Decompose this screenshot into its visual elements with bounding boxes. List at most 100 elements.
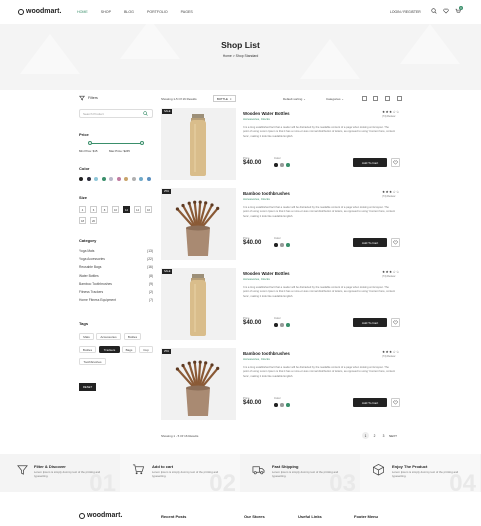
nav-item-portfolio[interactable]: PORTFOLIO bbox=[147, 10, 168, 14]
pagination-page[interactable]: 2 bbox=[371, 432, 378, 439]
pagination-page[interactable]: 3 bbox=[380, 432, 387, 439]
product-image[interactable] bbox=[161, 348, 236, 420]
product-category[interactable]: Accessories, Clocks bbox=[243, 277, 270, 281]
product-color-option[interactable] bbox=[280, 323, 284, 327]
add-to-cart-button[interactable]: Add To Cart bbox=[353, 318, 387, 327]
product-card: 25% Bamboo toothbrushes Accessories, Clock… bbox=[161, 188, 404, 260]
breadcrumb-separator: > bbox=[232, 54, 235, 58]
category-item[interactable]: Yoga Accessories (22) bbox=[79, 257, 153, 261]
category-item[interactable]: Yoga Mats (13) bbox=[79, 249, 153, 253]
product-color-option[interactable] bbox=[274, 243, 278, 247]
product-name[interactable]: Bamboo toothbrushes bbox=[243, 191, 290, 196]
product-color-option[interactable] bbox=[274, 323, 278, 327]
pagination-next[interactable]: NEXT bbox=[389, 434, 397, 438]
footer-heading: Useful Links bbox=[298, 514, 322, 519]
categories-select[interactable]: Categories ⌄ bbox=[326, 97, 344, 101]
size-option[interactable]: 18 bbox=[79, 217, 86, 224]
nav-item-home[interactable]: HOME bbox=[77, 10, 88, 14]
pagination-page[interactable]: 1 bbox=[362, 432, 369, 439]
product-category[interactable]: Accessories, Clocks bbox=[243, 357, 270, 361]
product-name[interactable]: Wooden Water Bottles bbox=[243, 271, 290, 276]
tag-chip[interactable]: Cup bbox=[139, 346, 153, 353]
price-max-handle[interactable] bbox=[140, 141, 144, 145]
product-category[interactable]: Accessories, Clocks bbox=[243, 117, 270, 121]
product-color-option[interactable] bbox=[280, 403, 284, 407]
wishlist-button[interactable] bbox=[391, 158, 400, 167]
nav-item-blog[interactable]: BLOG bbox=[124, 10, 134, 14]
search-icon[interactable] bbox=[143, 111, 148, 116]
color-swatch[interactable] bbox=[86, 177, 91, 181]
category-count: (2) bbox=[148, 290, 153, 294]
active-filter-chip[interactable]: BOTTLE × bbox=[213, 95, 236, 102]
product-name[interactable]: Bamboo toothbrushes bbox=[243, 351, 290, 356]
product-color-option[interactable] bbox=[280, 163, 284, 167]
tag-chip[interactable]: Mats bbox=[79, 333, 94, 340]
product-color-option[interactable] bbox=[280, 243, 284, 247]
product-category[interactable]: Accessories, Clocks bbox=[243, 197, 270, 201]
category-item[interactable]: Reusable Bags (16) bbox=[79, 265, 153, 269]
category-item[interactable]: Fitness Trackers (2) bbox=[79, 290, 153, 294]
grid-3-view-icon[interactable] bbox=[373, 96, 378, 101]
wishlist-button[interactable] bbox=[391, 318, 400, 327]
tag-chip[interactable]: Toothbrushes bbox=[79, 358, 106, 365]
product-color-option[interactable] bbox=[274, 403, 278, 407]
product-description: It is a long established fact that a rea… bbox=[243, 126, 395, 138]
product-color-option[interactable] bbox=[286, 403, 290, 407]
color-swatch[interactable] bbox=[131, 177, 136, 181]
size-option[interactable]: 12 bbox=[123, 206, 130, 213]
add-to-cart-button[interactable]: Add To Cart bbox=[353, 238, 387, 247]
product-image[interactable] bbox=[161, 268, 236, 340]
wishlist-button[interactable] bbox=[391, 398, 400, 407]
product-color-option[interactable] bbox=[274, 163, 278, 167]
add-to-cart-button[interactable]: Add To Cart bbox=[353, 158, 387, 167]
grid-4-view-icon[interactable] bbox=[385, 96, 390, 101]
size-option[interactable]: 14 bbox=[134, 206, 141, 213]
size-option[interactable]: 6 bbox=[90, 206, 97, 213]
list-view-icon[interactable] bbox=[397, 96, 402, 101]
color-swatch[interactable] bbox=[124, 177, 128, 181]
size-option[interactable]: 10 bbox=[112, 206, 119, 213]
search-icon[interactable] bbox=[431, 8, 437, 14]
size-option[interactable]: 4 bbox=[79, 206, 86, 213]
logo[interactable]: woodmart. bbox=[18, 8, 61, 15]
tag-chip[interactable]: Accessories bbox=[96, 333, 121, 340]
tag-chip[interactable]: Bottles bbox=[124, 333, 141, 340]
category-item[interactable]: Water Bottles (8) bbox=[79, 274, 153, 278]
color-swatch[interactable] bbox=[101, 177, 106, 181]
heart-icon[interactable] bbox=[443, 8, 449, 14]
product-image[interactable] bbox=[161, 108, 236, 180]
login-register-link[interactable]: LOGIN / REGISTER bbox=[390, 10, 421, 14]
color-swatch[interactable] bbox=[139, 177, 143, 181]
nav-item-shop[interactable]: SHOP bbox=[101, 10, 111, 14]
size-option[interactable]: 16 bbox=[145, 206, 152, 213]
color-swatch[interactable] bbox=[109, 177, 113, 181]
review-count: (74) Review bbox=[382, 275, 396, 278]
grid-view-icon[interactable] bbox=[362, 96, 367, 101]
product-color-option[interactable] bbox=[286, 163, 290, 167]
wishlist-button[interactable] bbox=[391, 238, 400, 247]
reset-button[interactable]: RESET bbox=[79, 383, 96, 391]
price-min-handle[interactable] bbox=[88, 141, 92, 145]
size-option[interactable]: 8 bbox=[101, 206, 108, 213]
sort-select[interactable]: Default sorting ⌄ bbox=[283, 97, 306, 101]
footer-logo[interactable]: woodmart. bbox=[79, 512, 122, 519]
breadcrumb-home[interactable]: Home bbox=[223, 54, 232, 58]
color-swatch[interactable] bbox=[146, 177, 151, 181]
tag-chip[interactable]: Bags bbox=[122, 346, 136, 353]
category-item[interactable]: Home Fitness Equipment (7) bbox=[79, 298, 153, 302]
product-name[interactable]: Wooden Water Bottles bbox=[243, 111, 290, 116]
nav-item-pages[interactable]: PAGES bbox=[181, 10, 193, 14]
color-swatch[interactable] bbox=[79, 177, 83, 181]
product-price: $40.00 bbox=[243, 320, 262, 326]
color-swatch[interactable] bbox=[116, 177, 121, 181]
color-swatch[interactable] bbox=[94, 177, 98, 181]
product-color-option[interactable] bbox=[286, 243, 290, 247]
tag-chip[interactable]: Bottles bbox=[79, 346, 96, 353]
tag-chip[interactable]: Trackers bbox=[99, 346, 120, 353]
category-item[interactable]: Bamboo Toothbrushes (9) bbox=[79, 282, 153, 286]
size-option[interactable]: 20 bbox=[90, 217, 97, 224]
add-to-cart-button[interactable]: Add To Cart bbox=[353, 398, 387, 407]
product-color-option[interactable] bbox=[286, 323, 290, 327]
product-image[interactable] bbox=[161, 188, 236, 260]
close-icon[interactable]: × bbox=[230, 97, 232, 101]
